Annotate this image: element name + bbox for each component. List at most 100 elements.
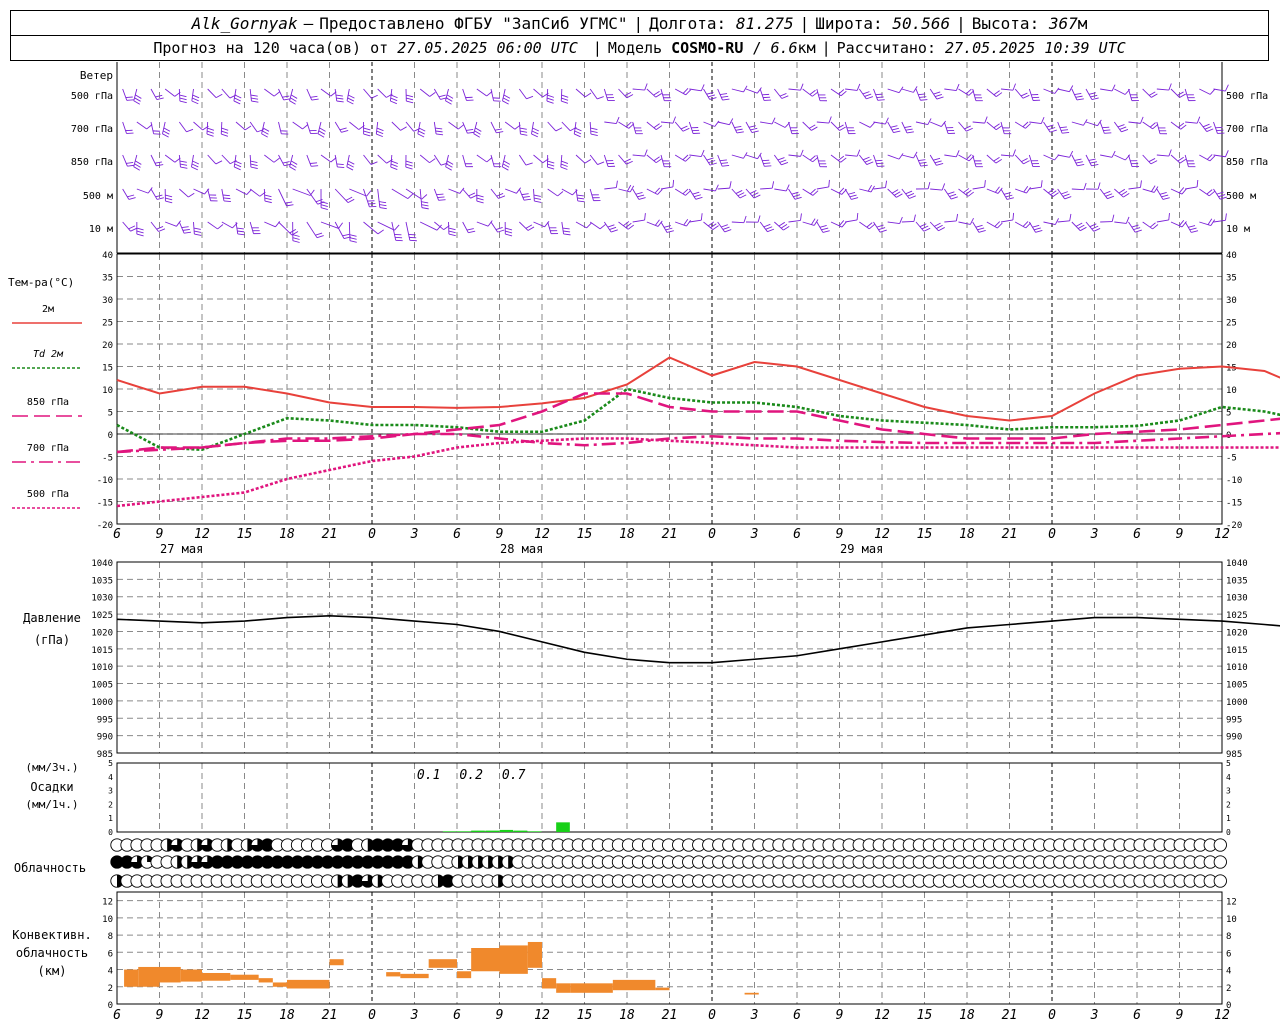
wind-barb-feather — [819, 225, 827, 228]
wind-barb-shaft — [688, 188, 697, 200]
wind-barb-feather — [1104, 132, 1112, 134]
wind-barb-feather — [1177, 91, 1184, 96]
wind-barb-shaft — [873, 221, 881, 233]
wind-barb-feather — [476, 197, 484, 201]
wind-barb-feather — [531, 130, 539, 135]
wind-barb-shaft — [844, 188, 852, 200]
wind-barb-feather — [1134, 229, 1142, 233]
wind-barb-feather — [607, 224, 615, 228]
wind-barb-feather — [849, 194, 857, 198]
pressure-ytick: 1005 — [91, 681, 113, 691]
wind-barb-feather — [445, 97, 453, 102]
wind-barb-feather — [1225, 213, 1227, 221]
wind-barb-feather — [505, 227, 513, 231]
wind-barb-shaft — [731, 221, 744, 224]
wind-barb-feather — [1054, 218, 1059, 225]
wind-barb-feather — [624, 158, 631, 163]
wind-barb-feather — [964, 125, 971, 130]
wind-barb-feather — [919, 96, 927, 98]
wind-barb-feather — [347, 163, 354, 168]
precip-unit-3h: (мм/3ч.) — [26, 761, 79, 774]
wind-barb-feather — [890, 125, 898, 128]
wind-barb-feather — [376, 127, 384, 132]
temp-ytick: 25 — [102, 319, 113, 329]
wind-barb-shaft — [490, 88, 495, 101]
wind-barb-feather — [520, 130, 528, 133]
wind-barb-shaft — [1170, 88, 1180, 98]
wind-barb-shaft — [901, 220, 914, 223]
temp-ytick-right: 40 — [1226, 251, 1237, 261]
wind-barb-feather — [475, 127, 482, 132]
wind-barb-feather — [995, 125, 1003, 131]
wind-barb-feather — [657, 189, 663, 195]
wind-barb-shaft — [207, 88, 217, 98]
wind-barb-feather — [1076, 98, 1084, 101]
wind-barb-feather — [623, 221, 630, 227]
wind-barb-feather — [292, 234, 300, 237]
wind-barb-feather — [264, 200, 272, 204]
wind-barb-feather — [336, 100, 344, 103]
wind-barb-feather — [436, 133, 444, 136]
wind-barb-shaft — [490, 121, 497, 134]
wind-barb-feather — [695, 196, 703, 200]
wind-barb-feather — [862, 156, 870, 161]
wind-barb-shaft — [887, 221, 900, 225]
wind-barb-feather — [1207, 218, 1213, 225]
wind-barb-feather — [574, 130, 582, 135]
wind-barb-feather — [390, 97, 398, 102]
wind-barb-feather — [596, 96, 604, 100]
wind-barb-feather — [966, 127, 973, 132]
wind-barb-feather — [405, 160, 413, 164]
wind-barb-feather — [285, 201, 293, 204]
wind-barb-feather — [757, 215, 761, 223]
wind-barb-feather — [1077, 163, 1085, 167]
wind-barb-feather — [290, 97, 297, 102]
wind-barb-feather — [503, 160, 511, 165]
wind-barb-shaft — [575, 154, 586, 164]
wind-barb-shaft — [745, 154, 758, 160]
wind-barb-feather — [128, 197, 136, 200]
wind-barb-feather — [781, 162, 789, 166]
wind-barb-feather — [207, 127, 215, 131]
wind-barb-shaft — [1114, 221, 1127, 224]
wind-barb-shaft — [618, 154, 627, 165]
wind-barb-shaft — [1114, 154, 1126, 161]
wind-barb-feather — [637, 194, 645, 198]
wind-barb-feather — [1206, 189, 1213, 195]
wind-barb-feather — [1050, 190, 1057, 196]
wind-barb-feather — [837, 124, 844, 129]
wind-barb-feather — [653, 91, 660, 96]
convective-bar — [471, 948, 500, 972]
wind-barb-feather — [250, 163, 258, 166]
wind-barb-feather — [448, 233, 456, 237]
wind-barb-feather — [722, 165, 730, 167]
convective-title: облачность — [16, 946, 88, 960]
wind-barb-shaft — [1170, 154, 1181, 164]
wind-barb-shaft — [533, 88, 543, 98]
hour-tick-label-bottom: 21 — [322, 1008, 338, 1023]
wind-barb-feather — [609, 226, 617, 230]
wind-barb-feather — [936, 224, 943, 229]
wind-barb-feather — [885, 180, 888, 188]
pressure-ytick-right: 1035 — [1226, 576, 1248, 586]
wind-barb-shaft — [150, 121, 155, 134]
hour-tick-label: 6 — [793, 527, 801, 542]
wind-barb-shaft — [632, 154, 645, 157]
wind-barb-shaft — [986, 88, 997, 97]
wind-barb-shaft — [264, 154, 275, 163]
wind-barb-shaft — [774, 221, 784, 231]
precip-ytick-right: 3 — [1226, 787, 1231, 796]
wind-barb-feather — [1140, 180, 1142, 188]
wind-barb-shaft — [845, 154, 858, 157]
wind-barb-shaft — [901, 154, 914, 159]
wind-barb-feather — [346, 100, 354, 105]
wind-barb-feather — [1089, 223, 1097, 228]
wind-barb-shaft — [887, 88, 900, 94]
precip-ytick: 3 — [108, 787, 113, 796]
wind-barb-shaft — [561, 121, 571, 132]
wind-barb-feather — [977, 227, 985, 231]
hour-tick-label-bottom: 12 — [194, 1008, 210, 1023]
wind-barb-feather — [654, 187, 661, 194]
precip-bar — [457, 831, 471, 832]
wind-barb-feather — [712, 225, 719, 231]
